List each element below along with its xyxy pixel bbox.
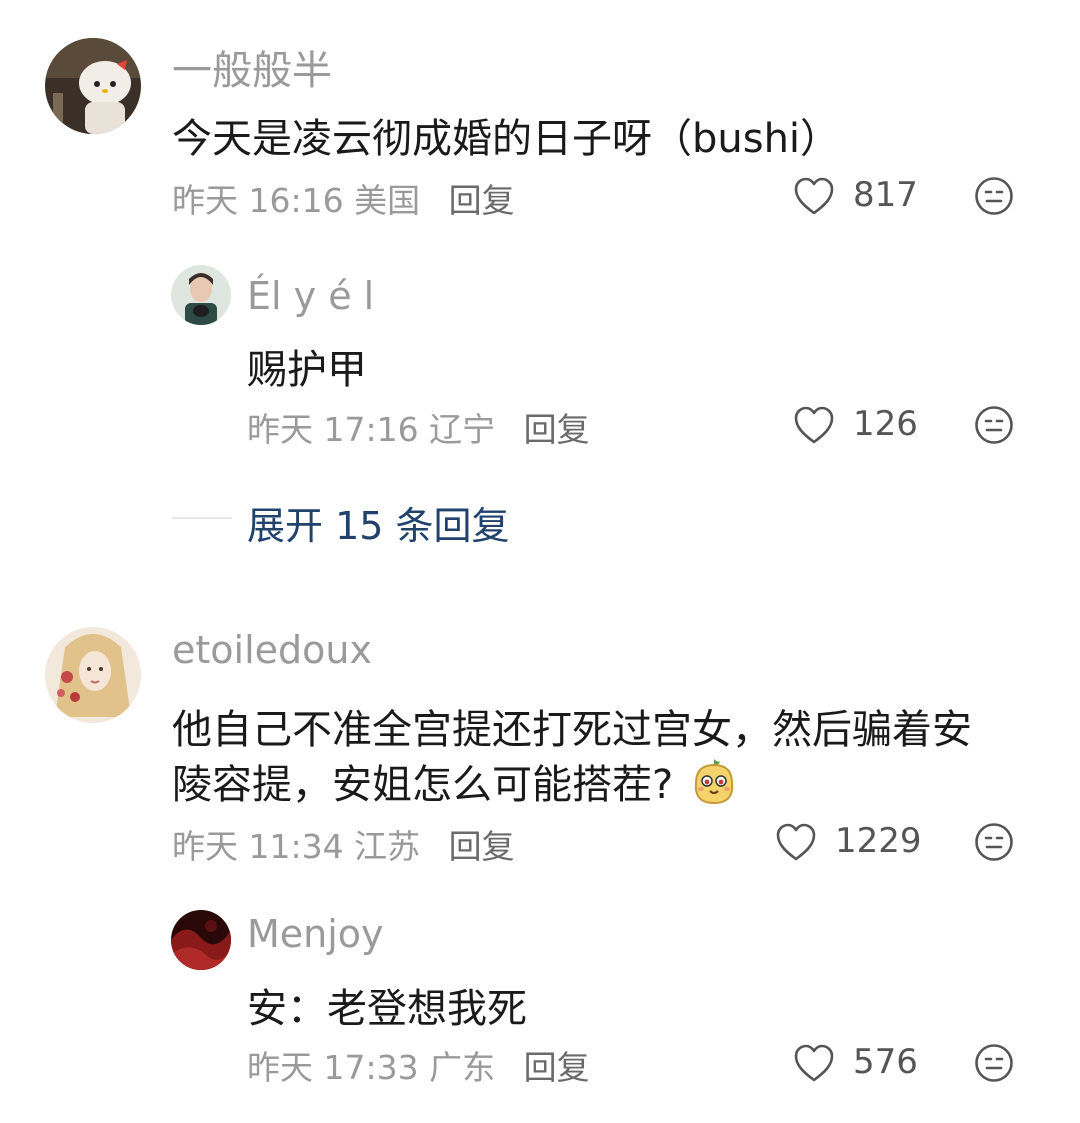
reply-meta: 昨天 17:16 辽宁 回复 [247,403,590,451]
heart-icon[interactable] [793,405,835,445]
neutral-face-icon[interactable] [974,1043,1014,1083]
comment-username[interactable]: etoiledoux [172,628,372,672]
comment-content-line: 陵容提，安姐怎么可能搭茬? [172,752,738,817]
expand-divider [172,517,232,519]
heart-icon[interactable] [793,1043,835,1083]
heart-icon[interactable] [793,176,835,216]
comment-content: 今天是凌云彻成婚的日子呀（bushi） [172,116,841,162]
avatar[interactable] [171,910,231,970]
like-count: 1229 [835,821,922,861]
comment-username[interactable]: 一般般半 [172,38,332,96]
reply-button[interactable]: 回复 [449,181,515,220]
reply-time: 昨天 17:33 [247,1048,419,1087]
like-count: 817 [853,175,918,215]
reply-time: 昨天 17:16 [247,410,419,449]
comment-location: 江苏 [354,827,421,866]
reply-username[interactable]: Menjoy [247,912,384,956]
avatar[interactable] [45,627,141,723]
comment-meta: 昨天 11:34 江苏 回复 [172,820,515,868]
comment-time: 昨天 11:34 [172,827,344,866]
neutral-face-icon[interactable] [974,822,1014,862]
reply-button[interactable]: 回复 [524,410,590,449]
neutral-face-icon[interactable] [974,176,1014,216]
avatar[interactable] [45,38,141,134]
reply-username[interactable]: Él y é l [247,274,374,318]
comment-meta: 昨天 16:16 美国 回复 [172,174,515,222]
reply-content: 安：老登想我死 [247,986,527,1032]
heart-icon[interactable] [775,822,817,862]
avatar[interactable] [171,265,231,325]
reply-content: 赐护甲 [247,347,367,393]
reply-meta: 昨天 17:33 广东 回复 [247,1041,590,1089]
like-count: 126 [853,404,918,444]
neutral-face-icon[interactable] [974,405,1014,445]
expand-replies-link[interactable]: 展开 15 条回复 [247,495,510,550]
reply-location: 辽宁 [429,410,496,449]
comment-content-line: 他自己不准全宫提还打死过宫女，然后骗着安 [172,707,972,753]
reply-location: 广东 [429,1048,496,1087]
mango-sticker-emoji [690,757,738,817]
reply-button[interactable]: 回复 [524,1048,590,1087]
comment-content-text: 陵容提，安姐怎么可能搭茬? [172,762,674,808]
comment-time: 昨天 16:16 [172,181,344,220]
like-count: 576 [853,1042,918,1082]
reply-button[interactable]: 回复 [449,827,515,866]
comment-location: 美国 [354,181,421,220]
